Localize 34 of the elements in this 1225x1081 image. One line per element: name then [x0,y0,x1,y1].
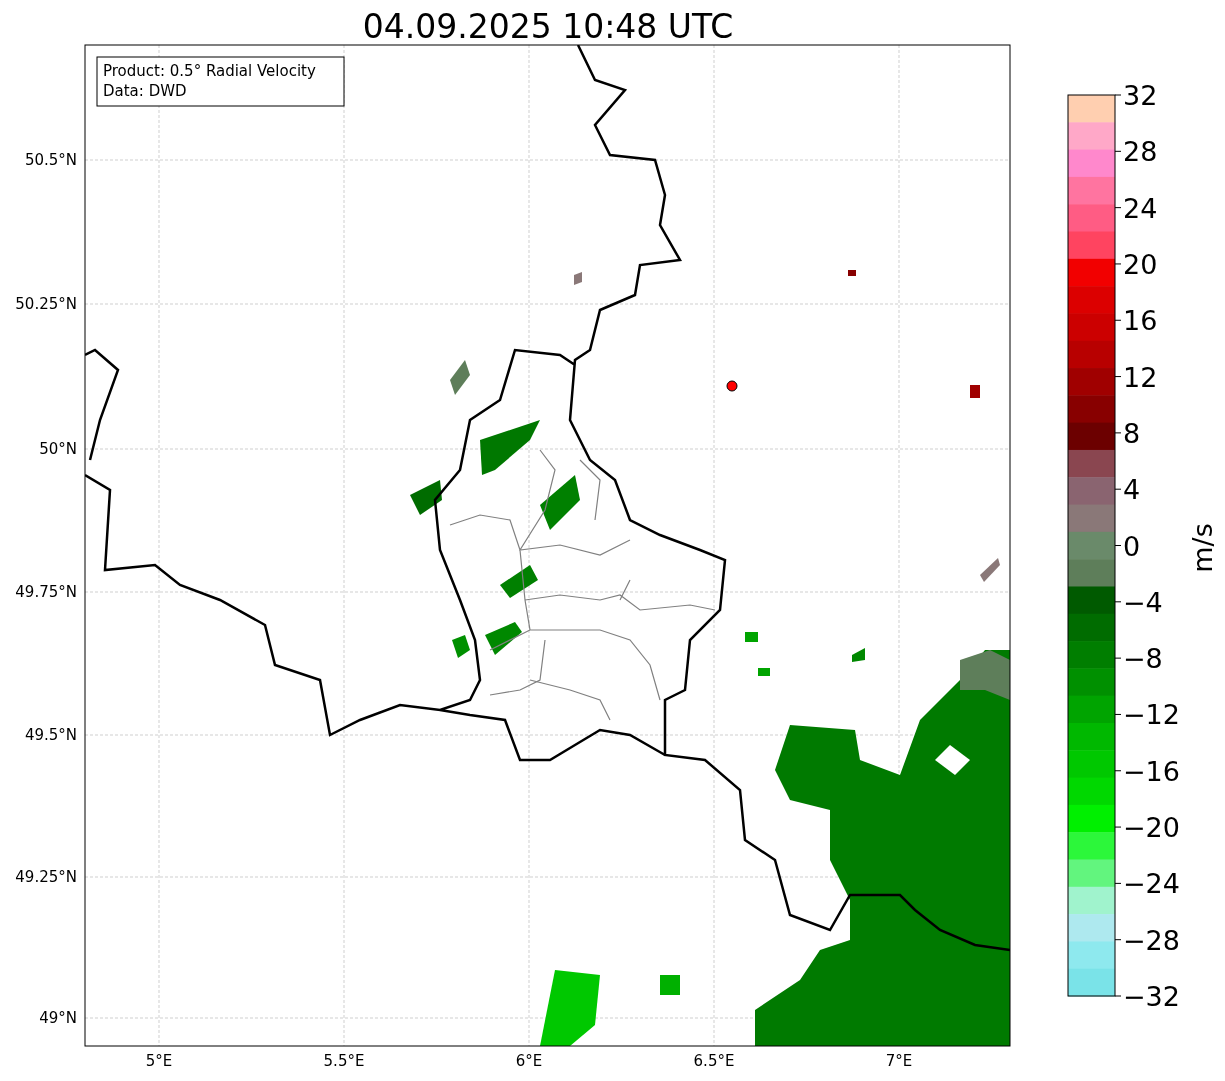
colorbar-tick-label: 0 [1123,530,1141,562]
latitude-label: 49°N [39,1009,77,1027]
latitude-label: 50.25°N [15,295,77,313]
latitude-label: 50.5°N [24,151,77,169]
longitude-label: 5.5°E [323,1052,365,1070]
colorbar-tick-label: −32 [1123,981,1180,1012]
longitude-label: 6.5°E [693,1052,735,1070]
info-text: Data: DWD [103,82,187,100]
colorbar-tick-label: −12 [1123,699,1180,731]
info-text: Product: 0.5° Radial Velocity [103,62,316,80]
latitude-label: 49.25°N [15,868,77,886]
latitude-label: 49.75°N [15,583,77,601]
colorbar-tick-label: 32 [1123,80,1158,111]
colorbar-tick-label: −4 [1123,586,1163,618]
longitude-label: 7°E [885,1052,913,1070]
colorbar-tick-label: 24 [1123,192,1158,224]
colorbar-tick-label: −16 [1123,755,1180,787]
colorbar-unit-label: m/s [1187,523,1218,573]
colorbar-tick-label: −20 [1123,812,1180,844]
colorbar-tick-label: −24 [1123,868,1180,900]
latitude-label: 50°N [39,440,77,458]
colorbar-tick-label: −8 [1123,643,1163,675]
colorbar-tick-label: 8 [1123,417,1141,449]
colorbar-tick-label: 16 [1123,305,1158,337]
colorbar-tick-label: −28 [1123,924,1180,956]
longitude-label: 6°E [515,1052,543,1070]
radar-site-marker [726,380,738,392]
longitude-label: 5°E [145,1052,173,1070]
colorbar-tick-label: 12 [1123,361,1158,393]
colorbar-tick-label: 28 [1123,136,1158,168]
colorbar-tick-label: 20 [1123,248,1158,280]
figure-title: 04.09.2025 10:48 UTC [362,7,734,46]
colorbar-tick-label: 4 [1123,474,1141,506]
latitude-label: 49.5°N [24,726,77,744]
